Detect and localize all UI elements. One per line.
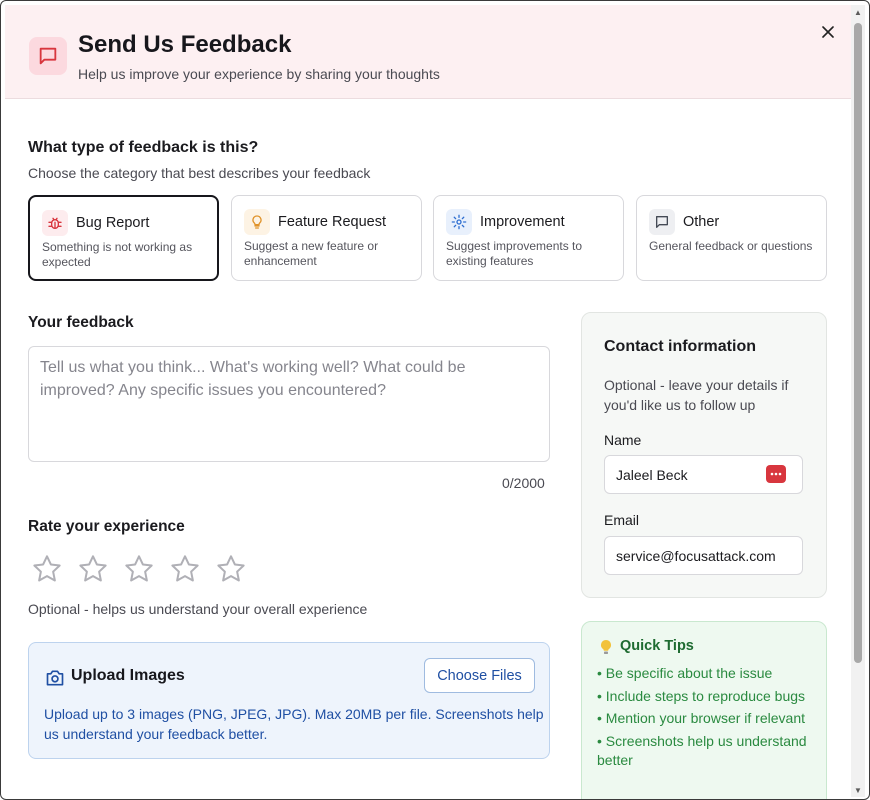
gear-icon [446,209,472,235]
type-card-improvement[interactable]: Improvement Suggest improvements to exis… [433,195,624,281]
camera-icon [46,670,64,686]
type-card-label: Bug Report [76,215,150,231]
scroll-down-arrow-icon[interactable]: ▼ [851,783,865,797]
bug-icon [42,210,68,236]
type-card-description: Suggest a new feature or enhancement [244,239,379,268]
password-manager-icon[interactable] [766,465,786,483]
type-card-description: General feedback or questions [649,239,813,253]
feedback-textarea[interactable] [28,346,550,462]
type-card-description: Something is not working as expected [42,240,193,269]
type-card-feature-request[interactable]: Feature Request Suggest a new feature or… [231,195,422,281]
character-counter: 0/2000 [502,475,545,491]
feedback-type-title: What type of feedback is this? [28,139,259,156]
rating-title: Rate your experience [28,518,185,535]
upload-title: Upload Images [71,667,185,684]
email-field[interactable] [604,536,803,575]
star-icon[interactable] [77,553,109,585]
scrollbar[interactable]: ▲ ▼ [851,5,865,797]
star-icon[interactable] [31,553,63,585]
upload-description: Upload up to 3 images (PNG, JPEG, JPG). … [44,706,544,742]
star-icon[interactable] [123,553,155,585]
star-icon[interactable] [215,553,247,585]
scroll-up-arrow-icon[interactable]: ▲ [851,5,865,19]
feedback-type-subtitle: Choose the category that best describes … [28,165,371,181]
rating-note: Optional - helps us understand your over… [28,601,368,617]
tips-list: • Be specific about the issue • Include … [597,664,817,774]
star-icon[interactable] [169,553,201,585]
message-icon [649,209,675,235]
list-item: • Be specific about the issue [597,665,773,681]
star-rating [31,553,247,585]
feedback-dialog: Send Us Feedback Help us improve your ex… [0,0,870,800]
type-card-label: Improvement [480,214,565,230]
email-label: Email [604,512,640,528]
tips-title: Quick Tips [620,638,694,654]
quick-tips-panel: Quick Tips • Be specific about the issue… [581,621,827,799]
list-item: • Mention your browser if relevant [597,710,805,726]
list-item: • Screenshots help us understand better [597,732,807,769]
type-card-description: Suggest improvements to existing feature… [446,239,583,268]
contact-panel: Contact information Optional - leave you… [581,312,827,598]
close-icon [822,26,834,38]
type-card-bug-report[interactable]: Bug Report Something is not working as e… [28,195,219,281]
lightbulb-icon [244,209,270,235]
type-card-other[interactable]: Other General feedback or questions [636,195,827,281]
dialog-subtitle: Help us improve your experience by shari… [78,66,440,82]
type-card-label: Other [683,214,720,230]
close-button[interactable] [818,22,838,42]
upload-panel: Upload Images Choose Files Upload up to … [28,642,550,759]
contact-title: Contact information [604,338,756,355]
list-item: • Include steps to reproduce bugs [597,687,806,704]
dialog-title: Send Us Feedback [78,31,292,58]
choose-files-button[interactable]: Choose Files [424,658,535,693]
name-label: Name [604,432,642,448]
dialog-header: Send Us Feedback Help us improve your ex… [5,5,851,99]
feedback-title: Your feedback [28,314,134,331]
lightbulb-icon [601,640,611,654]
message-icon [29,37,67,75]
scrollbar-thumb[interactable] [854,23,862,663]
type-card-label: Feature Request [278,214,387,230]
contact-subtitle: Optional - leave your details if you'd l… [604,377,789,413]
